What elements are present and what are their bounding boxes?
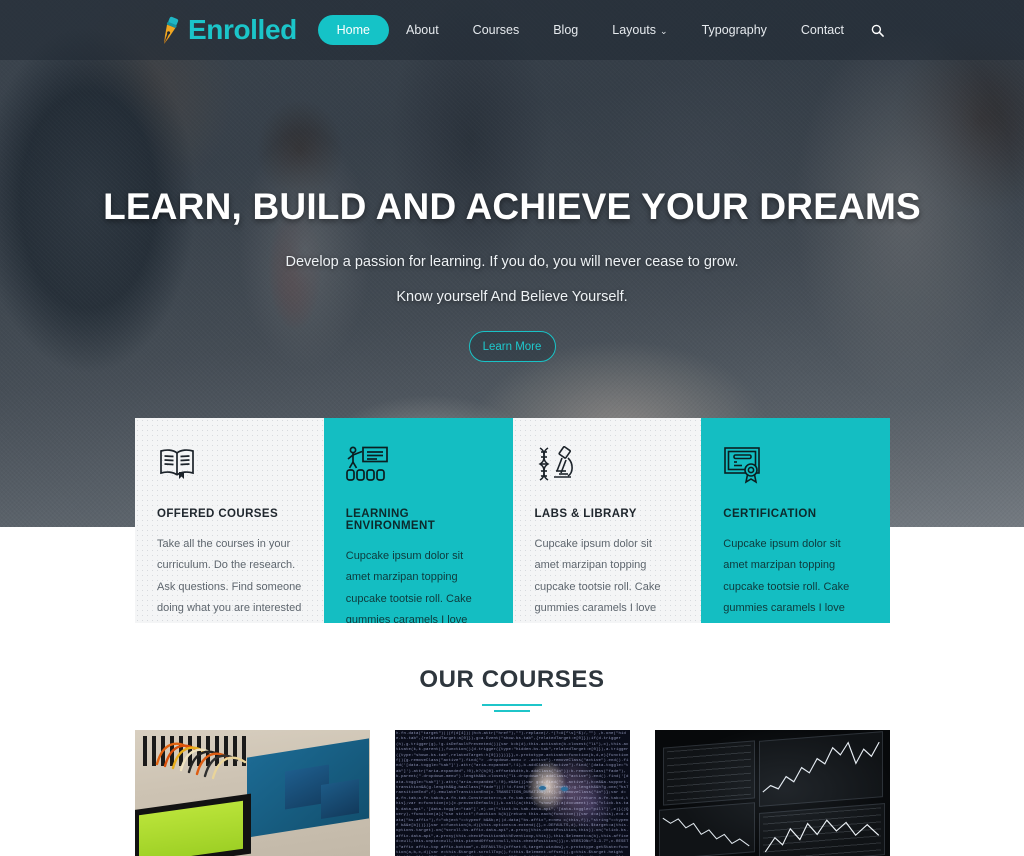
feature-text: Cupcake ipsum dolor sit amet marzipan to… <box>534 538 661 615</box>
feature-card-learning-environment[interactable]: LEARNING ENVIRONMENT Cupcake ipsum dolor… <box>323 418 513 623</box>
nav-item-layouts[interactable]: Layouts ⌄ <box>595 15 684 45</box>
nav-item-courses[interactable]: Courses <box>456 15 537 45</box>
hero-subtitle-line-2: Know yourself And Believe Yourself. <box>396 289 628 305</box>
course-thumbnail-ai-code: h.fn.data("target")||(f(d[4])||h=h.attr(… <box>395 730 630 856</box>
feature-title: LEARNING ENVIRONMENT <box>345 508 436 532</box>
pen-nib-icon <box>152 14 182 46</box>
nav-item-about[interactable]: About <box>389 15 456 45</box>
feature-title: LABS & LIBRARY <box>534 508 637 520</box>
feature-text: Cupcake ipsum dolor sit amet marzipan to… <box>723 538 850 615</box>
nav-label: Courses <box>472 23 520 37</box>
nav-item-home[interactable]: Home <box>317 15 389 45</box>
section-title-our-courses: OUR COURSES <box>419 666 605 693</box>
feature-title: CERTIFICATION <box>723 508 817 520</box>
feature-title: OFFERED COURSES <box>157 508 279 520</box>
course-card[interactable] <box>135 730 370 856</box>
teacher-whiteboard-icon <box>345 446 491 488</box>
nav-label: Home <box>336 23 370 37</box>
hero-subtitle-line-1: Develop a passion for learning. If you d… <box>285 254 739 270</box>
nav-label: About <box>406 23 439 37</box>
nav-item-blog[interactable]: Blog <box>536 15 595 45</box>
microscope-dna-icon <box>535 446 680 488</box>
logo[interactable]: Enrolled <box>152 14 297 46</box>
landing-page: Enrolled Home About Courses Blog Layouts… <box>0 0 1024 856</box>
title-underline-decoration <box>482 704 542 712</box>
logo-text: Enrolled <box>188 14 297 45</box>
open-book-icon <box>157 446 302 488</box>
course-card[interactable] <box>655 730 890 856</box>
nav-label: Layouts <box>612 23 657 37</box>
feature-cards: OFFERED COURSES Take all the courses in … <box>135 418 890 623</box>
chevron-down-icon: ⌄ <box>660 26 668 36</box>
feature-card-offered-courses[interactable]: OFFERED COURSES Take all the courses in … <box>135 418 324 623</box>
nav-item-typography[interactable]: Typography <box>685 15 784 45</box>
courses-section: OUR COURSES <box>0 640 1024 856</box>
course-thumbnail-arduino <box>135 730 370 856</box>
feature-card-certification[interactable]: CERTIFICATION Cupcake ipsum dolor sit am… <box>701 418 890 623</box>
site-header: Enrolled Home About Courses Blog Layouts… <box>0 0 1024 60</box>
course-grid: h.fn.data("target")||(f(d[4])||h=h.attr(… <box>135 730 890 856</box>
course-thumbnail-trading-screens <box>655 730 890 856</box>
course-card[interactable]: h.fn.data("target")||(f(d[4])||h=h.attr(… <box>395 730 630 856</box>
nav-label: Blog <box>553 23 579 37</box>
main-navigation: Home About Courses Blog Layouts ⌄ Typogra… <box>317 15 894 45</box>
feature-card-labs-library[interactable]: LABS & LIBRARY Cupcake ipsum dolor sit a… <box>512 418 702 623</box>
search-icon[interactable] <box>861 16 894 45</box>
certificate-award-icon <box>723 446 868 488</box>
nav-label: Contact <box>800 23 844 37</box>
hero-title: LEARN, BUILD AND ACHIEVE YOUR DREAMS <box>103 186 921 227</box>
learn-more-button[interactable]: Learn More <box>468 331 556 362</box>
feature-text: Cupcake ipsum dolor sit amet marzipan to… <box>345 550 472 623</box>
nav-label: Typography <box>701 23 767 37</box>
nav-item-contact[interactable]: Contact <box>784 15 861 45</box>
feature-text: Take all the courses in your curriculum.… <box>157 538 302 615</box>
